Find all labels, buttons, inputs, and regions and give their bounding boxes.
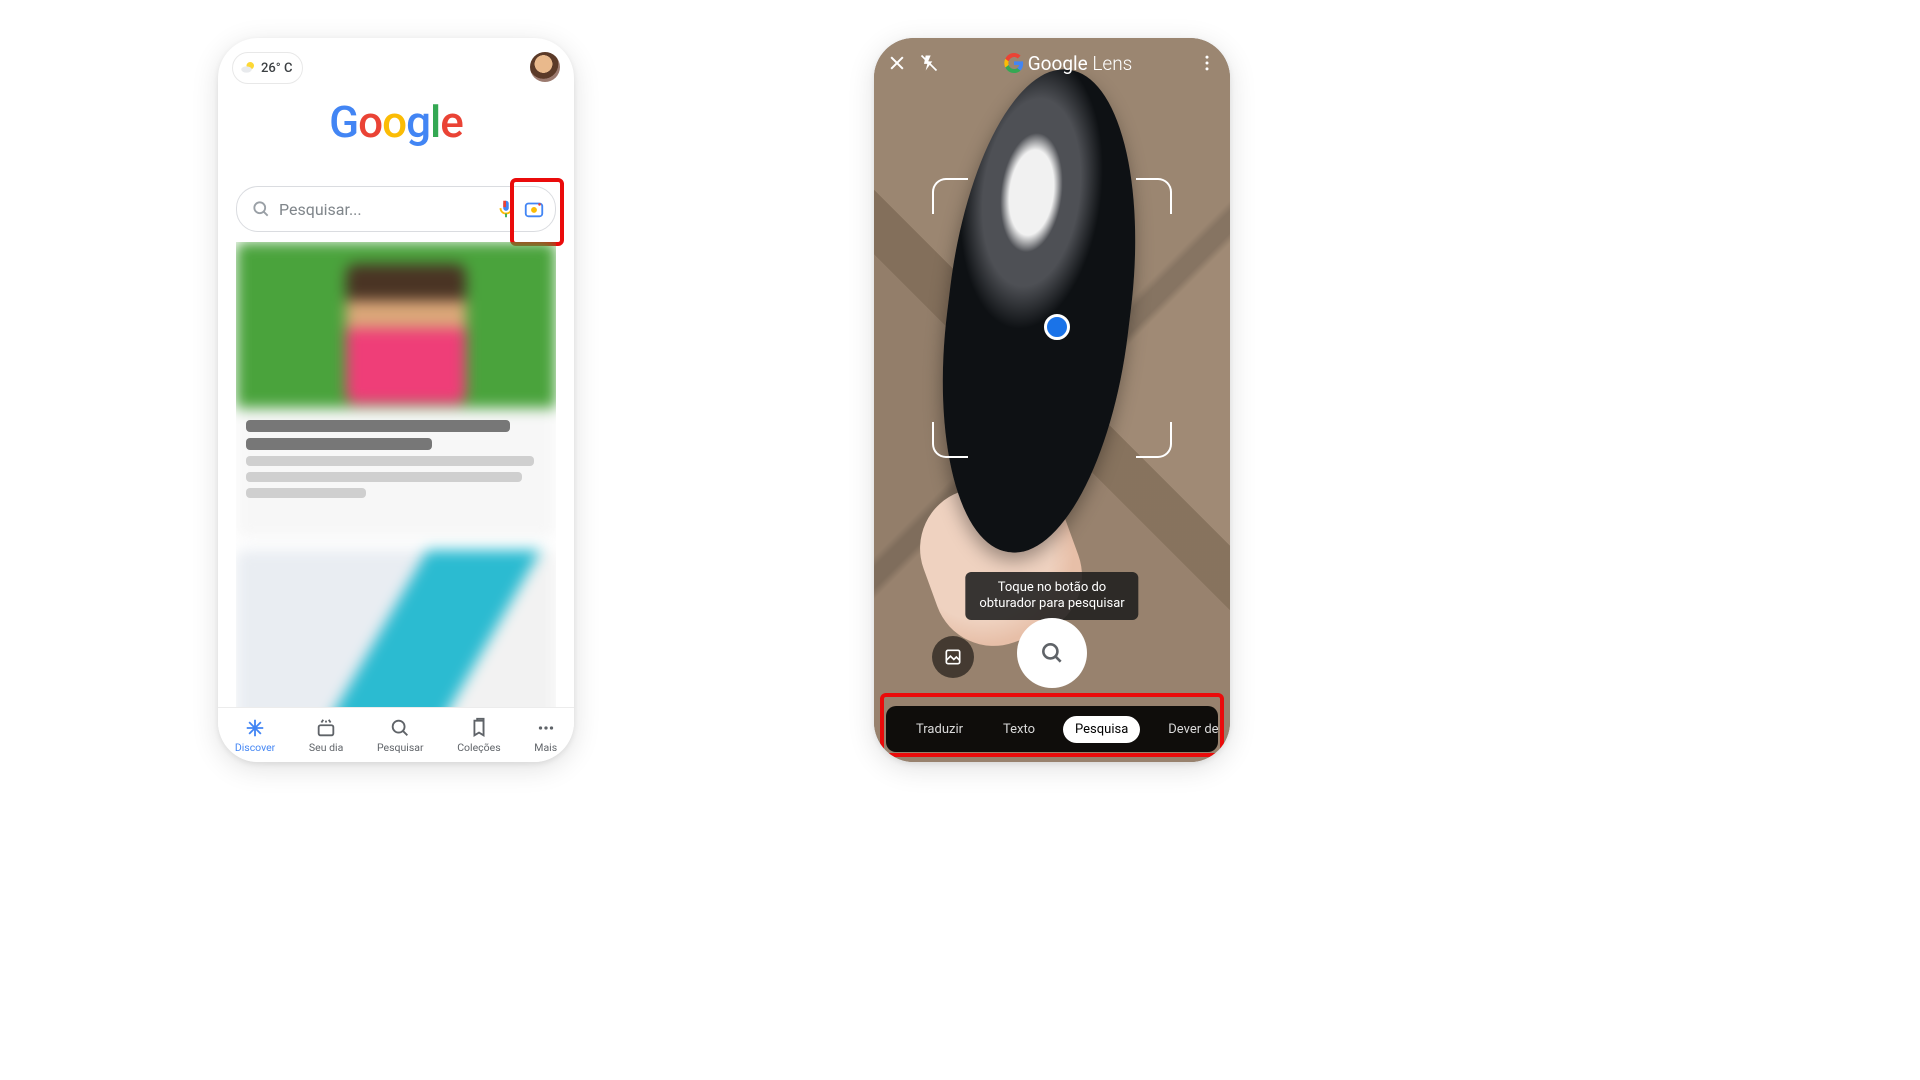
tab-label: Pesquisar (377, 741, 424, 754)
camera-lens-icon[interactable] (523, 198, 545, 220)
tab-label: Seu dia (309, 741, 343, 754)
lens-mode-bar: Traduzir Texto Pesquisa Dever de casa Co (886, 706, 1218, 752)
flash-toggle[interactable] (916, 50, 942, 76)
close-icon (887, 53, 907, 73)
tab-discover[interactable]: Discover (235, 717, 275, 754)
discover-feed[interactable] (236, 242, 556, 708)
tab-collections[interactable]: Coleções (457, 717, 500, 754)
phone-google-app: 26° C Google Pesquisar... (218, 38, 574, 762)
more-icon (535, 717, 557, 739)
search-icon (389, 717, 411, 739)
tab-label: Discover (235, 741, 275, 754)
mic-icon[interactable] (495, 198, 517, 220)
weather-partly-cloudy-icon (239, 59, 257, 77)
phone-google-lens: Google Lens Toque no botão do obturador … (874, 38, 1230, 762)
search-bar[interactable]: Pesquisar... (236, 186, 556, 232)
profile-avatar[interactable] (530, 52, 560, 82)
focus-point[interactable] (1044, 314, 1070, 340)
discover-icon (244, 717, 266, 739)
close-button[interactable] (884, 50, 910, 76)
overflow-menu-button[interactable] (1194, 50, 1220, 76)
weather-temp: 26° C (261, 61, 292, 76)
tab-more[interactable]: Mais (534, 717, 557, 754)
bottom-nav: Discover Seu dia Pesquisar Coleções Mais (218, 707, 574, 762)
search-placeholder: Pesquisar... (279, 200, 487, 219)
weather-chip[interactable]: 26° C (232, 52, 303, 84)
mode-text[interactable]: Texto (991, 716, 1047, 743)
mode-translate[interactable]: Traduzir (904, 716, 975, 743)
feed-card-text-blur (246, 414, 546, 504)
flash-off-icon (919, 53, 939, 73)
search-icon (1039, 640, 1065, 666)
more-vertical-icon (1197, 53, 1217, 73)
tab-your-day[interactable]: Seu dia (309, 717, 343, 754)
google-logo: Google (218, 96, 574, 148)
your-day-icon (315, 717, 337, 739)
mode-homework[interactable]: Dever de casa (1156, 716, 1218, 743)
lens-top-bar: Google Lens (874, 46, 1230, 80)
gallery-button[interactable] (932, 636, 974, 678)
tab-label: Coleções (457, 741, 500, 754)
mode-search-active[interactable]: Pesquisa (1063, 716, 1140, 743)
tab-search[interactable]: Pesquisar (377, 717, 424, 754)
tab-label: Mais (534, 741, 557, 754)
image-icon (943, 647, 963, 667)
lens-viewfinder[interactable]: Google Lens Toque no botão do obturador … (874, 38, 1230, 762)
search-icon (251, 199, 271, 219)
lens-title: Google Lens (1028, 52, 1133, 75)
google-g-icon (1004, 53, 1024, 73)
tooltip-shutter-hint: Toque no botão do obturador para pesquis… (965, 572, 1138, 621)
collections-icon (468, 717, 490, 739)
feed-card[interactable] (236, 550, 556, 708)
shutter-button[interactable] (1017, 618, 1087, 688)
